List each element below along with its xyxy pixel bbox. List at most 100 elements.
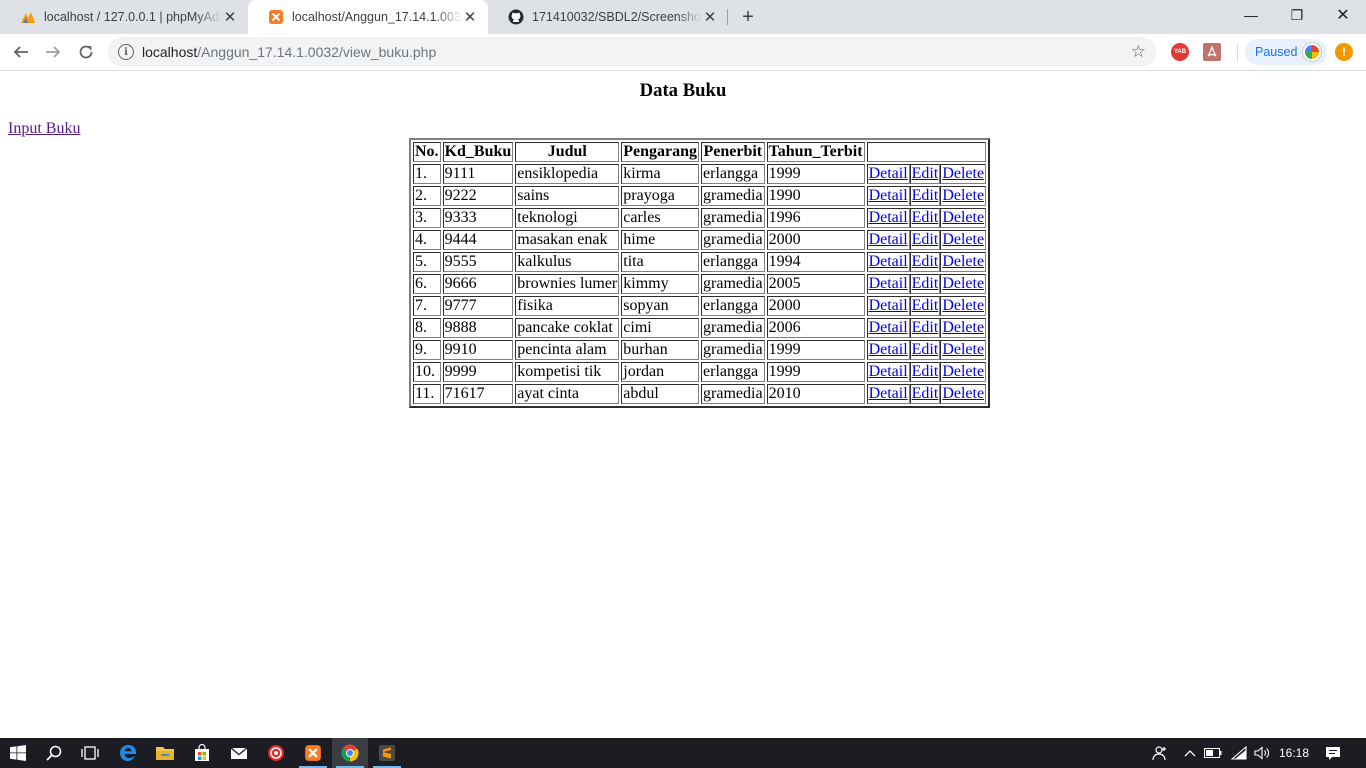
detail-link[interactable]: Detail [866, 362, 910, 382]
detail-link[interactable]: Detail [866, 164, 910, 184]
table-cell: hime [621, 230, 700, 250]
edit-link[interactable]: Edit [909, 186, 941, 206]
action-cell: Detail Edit Delete [866, 252, 987, 272]
task-view-button[interactable] [72, 738, 108, 768]
table-cell: gramedia [701, 186, 765, 206]
delete-link[interactable]: Delete [940, 296, 987, 316]
table-row: 1. 9111 ensiklopedia kirma erlangga 1999 Detai… [413, 164, 987, 184]
profile-status: Paused [1255, 45, 1298, 59]
detail-link[interactable]: Detail [866, 230, 910, 250]
edit-link[interactable]: Edit [909, 318, 941, 338]
delete-link[interactable]: Delete [940, 318, 987, 338]
phpmyadmin-icon [21, 12, 35, 23]
edit-link[interactable]: Edit [909, 340, 941, 360]
table-cell: 1999 [766, 362, 865, 382]
taskbar-xampp[interactable] [295, 738, 331, 768]
book-table-body: 1. 9111 ensiklopedia kirma erlangga 1999 Detai… [413, 164, 987, 404]
delete-link[interactable]: Delete [940, 252, 987, 272]
close-icon[interactable]: ✕ [702, 9, 718, 26]
adblock-extension-icon[interactable]: YAB [1171, 43, 1189, 61]
edit-link[interactable]: Edit [909, 384, 941, 404]
delete-link[interactable]: Delete [940, 230, 987, 250]
table-cell: 4. [413, 230, 441, 250]
wifi-icon[interactable] [1228, 738, 1250, 768]
volume-icon[interactable] [1251, 738, 1273, 768]
pdf-extension-icon[interactable] [1203, 43, 1221, 61]
action-cell: Detail Edit Delete [866, 296, 987, 316]
taskbar-sublime[interactable] [369, 738, 405, 768]
detail-link[interactable]: Detail [866, 208, 910, 228]
url-text[interactable]: localhost/Anggun_17.14.1.0032/view_buku.… [142, 44, 436, 60]
bookmark-star-icon[interactable]: ☆ [1131, 42, 1146, 62]
taskbar-edge[interactable] [110, 738, 146, 768]
delete-link[interactable]: Delete [940, 384, 987, 404]
reload-button[interactable] [72, 38, 100, 66]
edit-link[interactable]: Edit [909, 230, 941, 250]
delete-link[interactable]: Delete [940, 186, 987, 206]
table-cell: 5. [413, 252, 441, 272]
detail-link[interactable]: Detail [866, 274, 910, 294]
table-row: 8. 9888 pancake coklat cimi gramedia 2006 Deta… [413, 318, 987, 338]
detail-link[interactable]: Detail [866, 296, 910, 316]
tab-title: localhost / 127.0.0.1 | phpMyAdmin [44, 10, 222, 24]
edit-link[interactable]: Edit [909, 164, 941, 184]
edit-link[interactable]: Edit [909, 252, 941, 272]
tab-github[interactable]: 171410032/SBDL2/Screenshots at master ✕ [488, 0, 728, 34]
taskbar-mail[interactable] [221, 738, 257, 768]
delete-link[interactable]: Delete [940, 362, 987, 382]
delete-link[interactable]: Delete [940, 274, 987, 294]
battery-icon[interactable] [1202, 738, 1224, 768]
info-icon[interactable]: i [118, 44, 134, 60]
table-row: 9. 9910 pencinta alam burhan gramedia 1999 Det… [413, 340, 987, 360]
detail-link[interactable]: Detail [866, 318, 910, 338]
detail-link[interactable]: Detail [866, 252, 910, 272]
tab-phpmyadmin[interactable]: localhost / 127.0.0.1 | phpMyAdmin ✕ [0, 0, 248, 34]
address-bar[interactable]: i localhost/Anggun_17.14.1.0032/view_buk… [108, 37, 1156, 67]
tab-view-buku[interactable]: localhost/Anggun_17.14.1.0032/view_buku.… [248, 0, 488, 34]
back-button[interactable] [7, 38, 35, 66]
table-cell: pancake coklat [515, 318, 620, 338]
tab-title: localhost/Anggun_17.14.1.0032/view_buku.… [292, 10, 462, 24]
window-close-button[interactable]: ✕ [1320, 0, 1366, 30]
delete-link[interactable]: Delete [940, 164, 987, 184]
detail-link[interactable]: Detail [866, 340, 910, 360]
edit-link[interactable]: Edit [909, 274, 941, 294]
notification-icon[interactable] [1320, 738, 1346, 768]
taskbar-chrome[interactable] [332, 738, 368, 768]
delete-link[interactable]: Delete [940, 340, 987, 360]
taskbar-file-explorer[interactable] [147, 738, 183, 768]
restore-button[interactable]: ❐ [1274, 0, 1320, 30]
url-host: localhost [142, 44, 198, 60]
close-icon[interactable]: ✕ [462, 9, 478, 26]
page-title: Data Buku [639, 80, 727, 101]
chevron-up-icon[interactable] [1180, 738, 1200, 768]
xampp-icon [269, 10, 283, 24]
start-button[interactable] [0, 738, 36, 768]
edit-link[interactable]: Edit [909, 362, 941, 382]
new-tab-button[interactable]: + [737, 6, 759, 28]
table-row: 6. 9666 brownies lumer kimmy gramedia 2005 Det… [413, 274, 987, 294]
forward-button[interactable] [39, 38, 67, 66]
tab-strip: localhost / 127.0.0.1 | phpMyAdmin ✕ loc… [0, 0, 1366, 34]
arrow-right-icon [46, 46, 61, 58]
table-cell: gramedia [701, 318, 765, 338]
book-table: No. Kd_Buku Judul Pengarang Penerbit Tah… [409, 138, 991, 408]
minimize-button[interactable]: — [1228, 0, 1274, 30]
detail-link[interactable]: Detail [866, 186, 910, 206]
table-cell: burhan [621, 340, 700, 360]
search-button[interactable] [36, 738, 72, 768]
edit-link[interactable]: Edit [909, 208, 941, 228]
detail-link[interactable]: Detail [866, 384, 910, 404]
edit-link[interactable]: Edit [909, 296, 941, 316]
delete-link[interactable]: Delete [940, 208, 987, 228]
clock[interactable]: 16:18 [1276, 738, 1312, 768]
profile-button[interactable]: Paused [1245, 39, 1327, 65]
input-buku-link[interactable]: Input Buku [8, 120, 80, 138]
taskbar-app-red[interactable] [258, 738, 294, 768]
people-icon[interactable] [1150, 738, 1170, 768]
close-icon[interactable]: ✕ [222, 9, 238, 26]
table-cell: teknologi [515, 208, 620, 228]
update-alert-icon[interactable]: ! [1335, 43, 1353, 61]
table-cell: 3. [413, 208, 441, 228]
taskbar-store[interactable] [184, 738, 220, 768]
